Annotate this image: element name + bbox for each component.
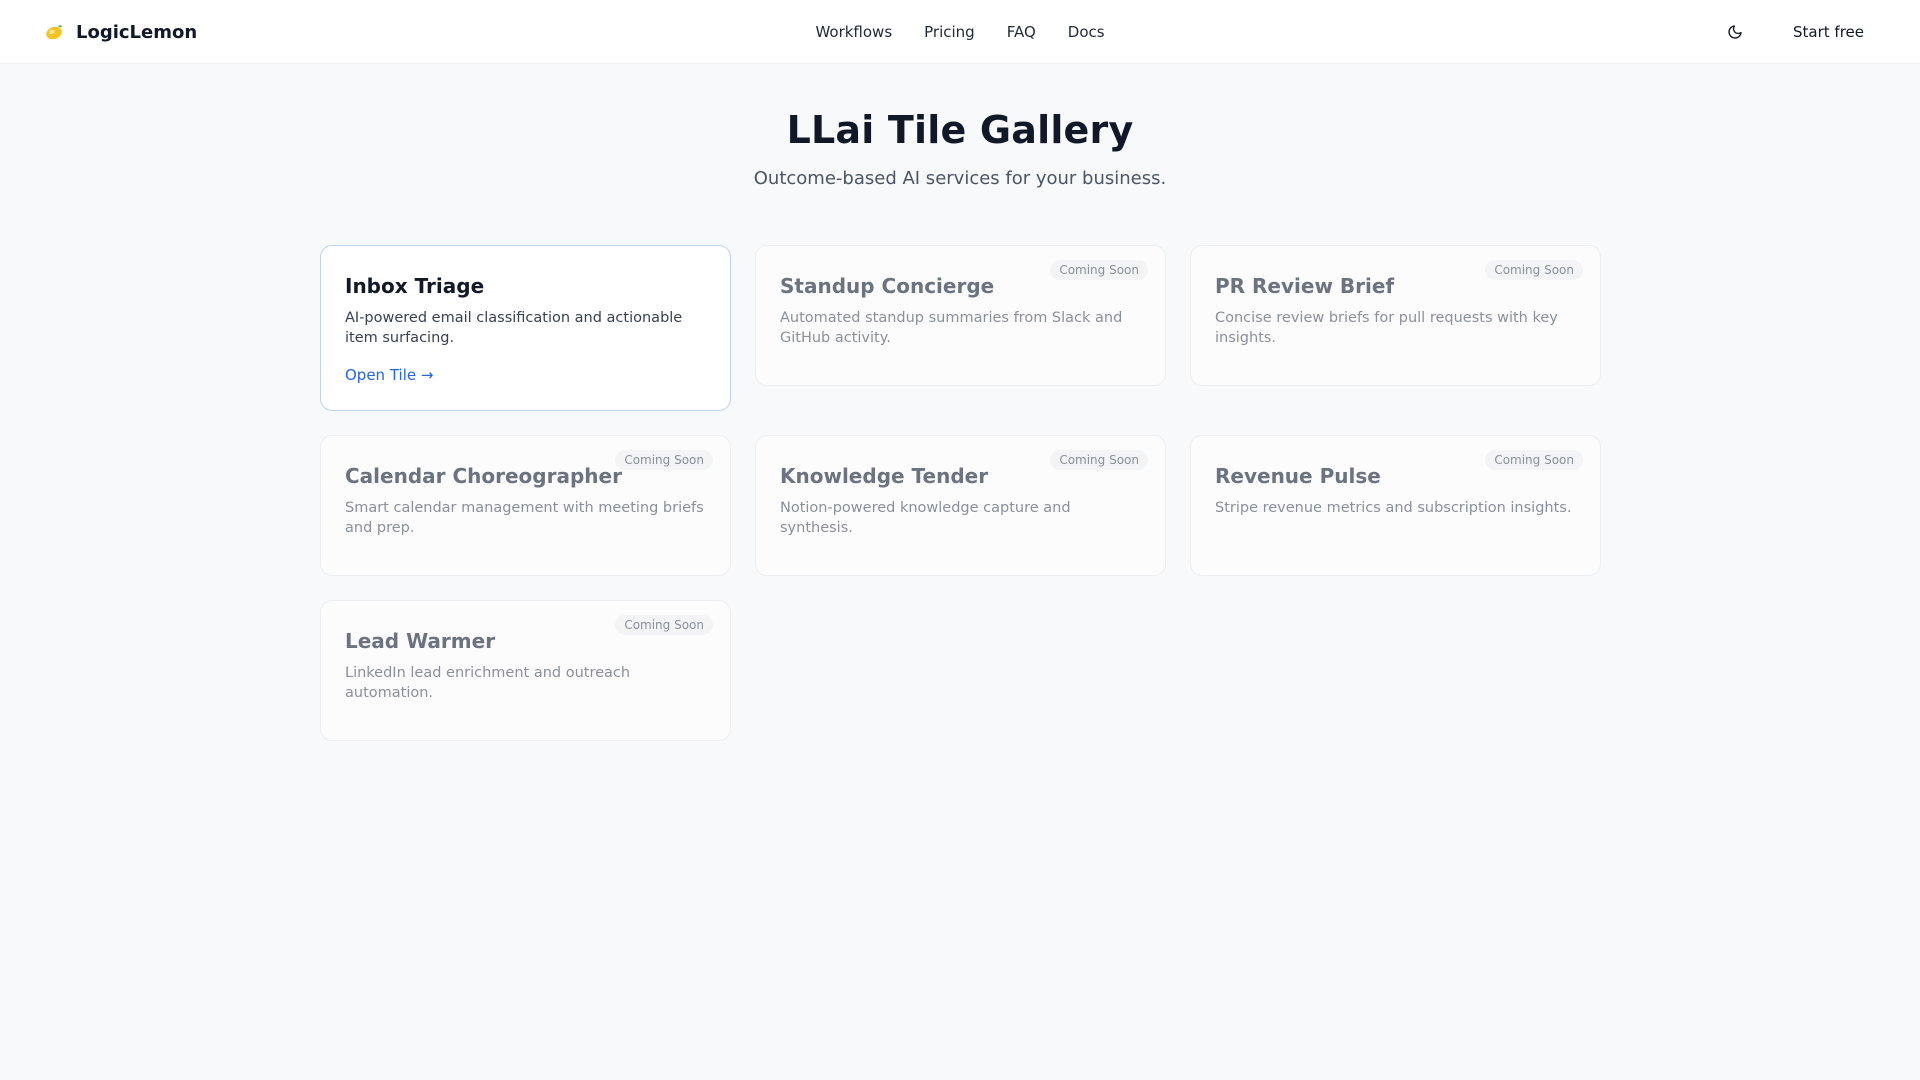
header-actions: Start free [1721, 0, 1880, 64]
tile-knowledge-tender: Coming Soon Knowledge Tender Notion-powe… [755, 435, 1166, 576]
coming-soon-badge: Coming Soon [1485, 450, 1583, 470]
coming-soon-badge: Coming Soon [1485, 260, 1583, 280]
tile-description: AI-powered email classification and acti… [345, 310, 683, 346]
coming-soon-badge: Coming Soon [1050, 450, 1148, 470]
theme-toggle-button[interactable] [1721, 18, 1749, 46]
tile-description: Stripe revenue metrics and subscription … [1215, 500, 1572, 516]
tile-revenue-pulse: Coming Soon Revenue Pulse Stripe revenue… [1190, 435, 1601, 576]
tile-title: Inbox Triage [345, 274, 485, 298]
nav-docs[interactable]: Docs [1068, 23, 1105, 41]
tile-description: Concise review briefs for pull requests … [1215, 310, 1558, 346]
tile-grid: Inbox Triage AI-powered email classifica… [320, 245, 1601, 741]
tile-standup-concierge: Coming Soon Standup Concierge Automated … [755, 245, 1166, 386]
page-subtitle: Outcome-based AI services for your busin… [753, 168, 1167, 189]
tile-description: Notion-powered knowledge capture and syn… [780, 500, 1071, 536]
tile-pr-review-brief: Coming Soon PR Review Brief Concise revi… [1190, 245, 1601, 386]
tile-description: Automated standup summaries from Slack a… [780, 310, 1123, 346]
coming-soon-badge: Coming Soon [1050, 260, 1148, 280]
moon-icon [1728, 25, 1742, 39]
tile-description: LinkedIn lead enrichment and outreach au… [345, 665, 631, 701]
lemon-icon [46, 25, 62, 40]
tile-lead-warmer: Coming Soon Lead Warmer LinkedIn lead en… [320, 600, 731, 741]
coming-soon-badge: Coming Soon [615, 450, 713, 470]
main-nav: Workflows Pricing FAQ Docs [0, 0, 1920, 64]
brand[interactable]: LogicLemon [44, 0, 197, 64]
hero-section: LLai Tile Gallery Outcome-based AI servi… [0, 64, 1920, 189]
page-title: LLai Tile Gallery [786, 108, 1134, 152]
start-free-button[interactable]: Start free [1777, 15, 1880, 49]
open-tile-link[interactable]: Open Tile → [345, 366, 433, 384]
coming-soon-badge: Coming Soon [615, 615, 713, 635]
tile-description: Smart calendar management with meeting b… [345, 500, 704, 536]
tile-calendar-choreographer: Coming Soon Calendar Choreographer Smart… [320, 435, 731, 576]
brand-name: LogicLemon [76, 21, 198, 43]
nav-faq[interactable]: FAQ [1007, 23, 1036, 41]
nav-workflows[interactable]: Workflows [815, 23, 892, 41]
top-navigation-bar: LogicLemon Workflows Pricing FAQ Docs St… [0, 0, 1920, 64]
nav-pricing[interactable]: Pricing [924, 23, 975, 41]
tile-inbox-triage[interactable]: Inbox Triage AI-powered email classifica… [320, 245, 731, 411]
